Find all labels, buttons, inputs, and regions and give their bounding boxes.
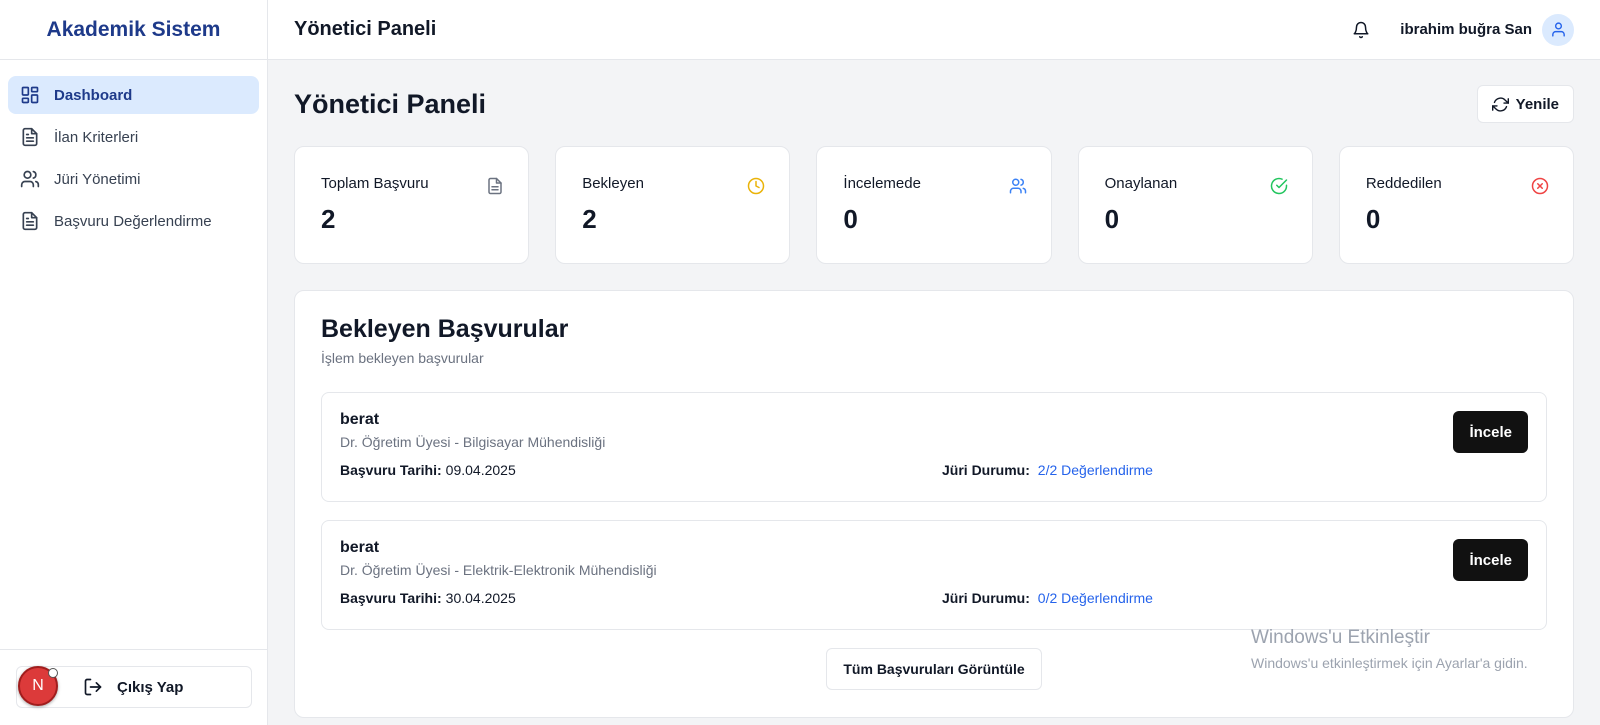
view-all-button[interactable]: Tüm Başvuruları Görüntüle: [826, 648, 1042, 690]
main-content: Yönetici Paneli Yenile Toplam Başvuru 2 …: [268, 60, 1600, 725]
panel-subtitle: İşlem bekleyen başvurular: [321, 350, 484, 366]
sidebar-nav: Dashboard İlan Kriterleri Jüri Yönetimi …: [0, 60, 267, 240]
watermark-title: Windows'u Etkinleştir: [1251, 627, 1430, 648]
sidebar: Akademik Sistem Dashboard İlan Kriterler…: [0, 0, 268, 725]
users-icon: [20, 169, 40, 189]
top-bar: Yönetici Paneli ibrahim buğra San: [268, 0, 1600, 60]
document-icon: [20, 211, 40, 231]
dev-tools-badge-letter: N: [32, 677, 44, 694]
jury-status: Jüri Durumu: 0/2 Değerlendirme: [942, 590, 1153, 606]
file-icon: [488, 177, 502, 195]
panel-title: Bekleyen Başvurular: [321, 315, 569, 343]
topbar-title: Yönetici Paneli: [294, 18, 437, 40]
stat-label: Onaylanan: [1104, 175, 1178, 192]
brand: Akademik Sistem: [0, 0, 267, 60]
windows-activation-watermark: Windows'u Etkinleştir Windows'u etkinleş…: [1251, 627, 1528, 671]
inspect-button[interactable]: İncele: [1453, 411, 1528, 453]
list-item: berat Dr. Öğretim Üyesi - Elektrik-Elekt…: [321, 520, 1547, 630]
stat-value: 2: [582, 204, 597, 234]
jury-status: Jüri Durumu: 2/2 Değerlendirme: [942, 462, 1153, 478]
stats-row: Toplam Başvuru 2 Bekleyen 2 İncelemede 0…: [294, 146, 1575, 264]
brand-title: Akademik Sistem: [46, 17, 221, 41]
applicant-position: Dr. Öğretim Üyesi - Bilgisayar Mühendisl…: [340, 434, 606, 450]
stat-label: Toplam Başvuru: [321, 175, 429, 192]
watermark-subtitle: Windows'u etkinleştirmek için Ayarlar'a …: [1251, 655, 1528, 671]
applicant-name: berat: [340, 411, 380, 428]
sidebar-item-juri-yonetimi[interactable]: Jüri Yönetimi: [8, 160, 259, 198]
stat-card-toplam: Toplam Başvuru 2: [294, 146, 530, 264]
date-label: Başvuru Tarihi:: [340, 590, 442, 606]
jury-label: Jüri Durumu:: [942, 462, 1030, 478]
stat-card-incelemede: İncelemede 0: [816, 146, 1052, 264]
inspect-button[interactable]: İncele: [1453, 539, 1528, 581]
badge-indicator-dot: [48, 668, 58, 678]
applicant-name: berat: [340, 539, 380, 556]
document-icon: [20, 127, 40, 147]
stat-value: 2: [321, 204, 336, 234]
sidebar-item-basvuru-degerlendirme[interactable]: Başvuru Değerlendirme: [8, 202, 259, 240]
user-name[interactable]: ibrahim buğra San: [1400, 21, 1532, 38]
user-icon: [1551, 22, 1565, 37]
jury-value: 0/2 Değerlendirme: [1037, 590, 1153, 606]
sidebar-item-label: Dashboard: [54, 86, 133, 104]
refresh-button[interactable]: Yenile: [1476, 85, 1574, 123]
date-label: Başvuru Tarihi:: [340, 462, 442, 478]
stat-card-bekleyen: Bekleyen 2: [555, 146, 791, 264]
users-icon: [1009, 178, 1026, 194]
refresh-label: Yenile: [1515, 95, 1559, 113]
stat-value: 0: [1365, 204, 1381, 234]
sidebar-item-label: Jüri Yönetimi: [54, 170, 141, 188]
application-meta: Başvuru Tarihi: 09.04.2025 Jüri Durumu: …: [340, 462, 1528, 478]
stat-card-reddedilen: Reddedilen 0: [1338, 146, 1575, 264]
stat-value: 0: [1104, 204, 1120, 234]
topbar-right: ibrahim buğra San: [1352, 13, 1574, 46]
stat-value: 0: [843, 204, 858, 234]
sidebar-item-label: İlan Kriterleri: [54, 128, 139, 146]
x-circle-icon: [1531, 177, 1549, 195]
bell-icon[interactable]: [1352, 20, 1372, 40]
jury-value: 2/2 Değerlendirme: [1037, 462, 1153, 478]
sidebar-item-label: Başvuru Değerlendirme: [54, 212, 212, 230]
list-item: berat Dr. Öğretim Üyesi - Bilgisayar Müh…: [321, 392, 1547, 502]
page-header: Yönetici Paneli Yenile: [294, 60, 1574, 148]
logout-label: Çıkış Yap: [117, 678, 184, 696]
stat-label: Reddedilen: [1365, 175, 1442, 192]
application-date: 09.04.2025: [445, 462, 516, 478]
check-circle-icon: [1270, 177, 1288, 195]
page-title: Yönetici Paneli: [294, 88, 487, 119]
avatar[interactable]: [1542, 13, 1574, 46]
stat-label: Bekleyen: [582, 175, 644, 192]
application-meta: Başvuru Tarihi: 30.04.2025 Jüri Durumu: …: [340, 590, 1528, 606]
jury-label: Jüri Durumu:: [942, 590, 1030, 606]
dashboard-grid-icon: [20, 85, 40, 105]
applicant-position: Dr. Öğretim Üyesi - Elektrik-Elektronik …: [340, 562, 657, 578]
application-date: 30.04.2025: [445, 590, 516, 606]
refresh-icon: [1491, 95, 1510, 113]
stat-card-onaylanan: Onaylanan 0: [1077, 146, 1313, 264]
stat-label: İncelemede: [843, 175, 921, 192]
sidebar-item-ilan-kriterleri[interactable]: İlan Kriterleri: [8, 118, 259, 156]
sidebar-item-dashboard[interactable]: Dashboard: [8, 76, 259, 114]
logout-icon: [83, 677, 103, 697]
clock-icon: [748, 177, 765, 195]
